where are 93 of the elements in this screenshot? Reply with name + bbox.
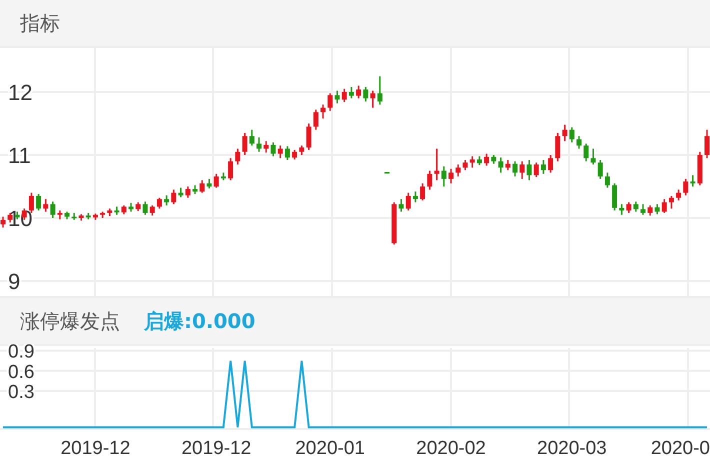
candlestick (242, 132, 248, 156)
candlestick (256, 136, 262, 153)
candlestick (484, 152, 490, 166)
candlestick (626, 201, 632, 214)
candlestick (562, 124, 568, 142)
candlestick (206, 178, 212, 190)
candlestick (584, 142, 589, 162)
candlestick (690, 174, 696, 188)
candlestick (441, 166, 446, 188)
candlestick (356, 84, 362, 100)
candlestick (214, 173, 219, 188)
candlestick (448, 168, 454, 184)
date-axis-label: 2019-12 (181, 438, 252, 460)
candlestick (142, 200, 148, 216)
candlestick (178, 187, 184, 198)
price-axis-label: 9 (8, 269, 20, 294)
candlestick (171, 188, 176, 205)
candlestick (8, 212, 13, 224)
candlestick (633, 200, 638, 212)
date-axis-label: 2019-12 (60, 438, 130, 460)
candlestick (313, 108, 318, 131)
candlestick (406, 192, 411, 212)
candlestick (270, 142, 276, 157)
candlestick (598, 159, 603, 180)
candlestick (540, 159, 546, 175)
y-axis-label: 0.9 (8, 344, 34, 363)
candlestick (420, 182, 426, 202)
candlestick (264, 140, 269, 154)
y-axis-label: 0.6 (8, 362, 34, 383)
signal-reading: 启爆:0.000 (144, 308, 256, 334)
candlestick (612, 182, 618, 212)
price-axis-label: 12 (8, 80, 32, 105)
candlestick (328, 92, 333, 112)
date-axis-label: 2020-03 (537, 438, 607, 460)
candlestick (640, 203, 646, 216)
candlestick (228, 157, 234, 181)
candlestick (50, 200, 56, 219)
price-axis-label: 11 (8, 143, 31, 168)
candlestick (704, 129, 710, 159)
candlestick (377, 75, 382, 106)
candlestick (0, 216, 6, 228)
candlestick (668, 195, 674, 210)
candlestick (462, 159, 468, 171)
candlestick (498, 156, 504, 174)
candlestick (43, 198, 48, 212)
candlestick (654, 203, 660, 215)
candlestick (398, 198, 404, 212)
candlestick (619, 203, 624, 216)
y-axis-label: 0.3 (8, 382, 34, 404)
candlestick (36, 193, 42, 212)
candlestick (200, 179, 205, 194)
candlestick (306, 122, 312, 151)
candlestick (185, 186, 190, 199)
candlestick (590, 148, 596, 166)
candlestick (150, 204, 155, 216)
candlestick (427, 170, 432, 190)
candlestick (299, 144, 304, 156)
candlestick (363, 86, 368, 102)
signal-title: 涨停爆发点 (20, 308, 120, 334)
candlestick (604, 172, 610, 188)
candlestick (676, 188, 682, 202)
candlestick (434, 148, 440, 181)
candlestick (320, 104, 326, 120)
date-axis-label: 2020-02 (416, 438, 486, 460)
candlestick (164, 194, 170, 206)
candlestick (342, 88, 347, 103)
candlestick (683, 178, 688, 196)
candlestick (156, 197, 162, 210)
candlestick (548, 154, 554, 174)
candlestick (412, 190, 418, 203)
indicator-title: 指标 (20, 10, 60, 36)
date-axis-label: 2020-01 (295, 438, 365, 460)
candlestick (520, 160, 525, 180)
date-axis-label: 2020-0 (650, 438, 710, 460)
candlestick (292, 149, 298, 160)
candlestick (456, 164, 461, 178)
candlestick (284, 145, 290, 161)
candlestick (334, 90, 340, 104)
candlestick (512, 160, 518, 178)
candlestick (534, 162, 539, 178)
candlestick (662, 198, 667, 214)
candlestick (569, 126, 574, 144)
candlestick (576, 135, 582, 150)
candlestick (505, 159, 510, 171)
candlestick (470, 156, 475, 168)
candlestick (348, 86, 354, 100)
candlestick (555, 132, 560, 162)
candlestick (648, 204, 653, 216)
candlestick (370, 90, 376, 108)
candlestick (278, 144, 283, 159)
candlestick (526, 159, 532, 181)
candlestick (249, 129, 254, 146)
candlestick (235, 148, 240, 166)
